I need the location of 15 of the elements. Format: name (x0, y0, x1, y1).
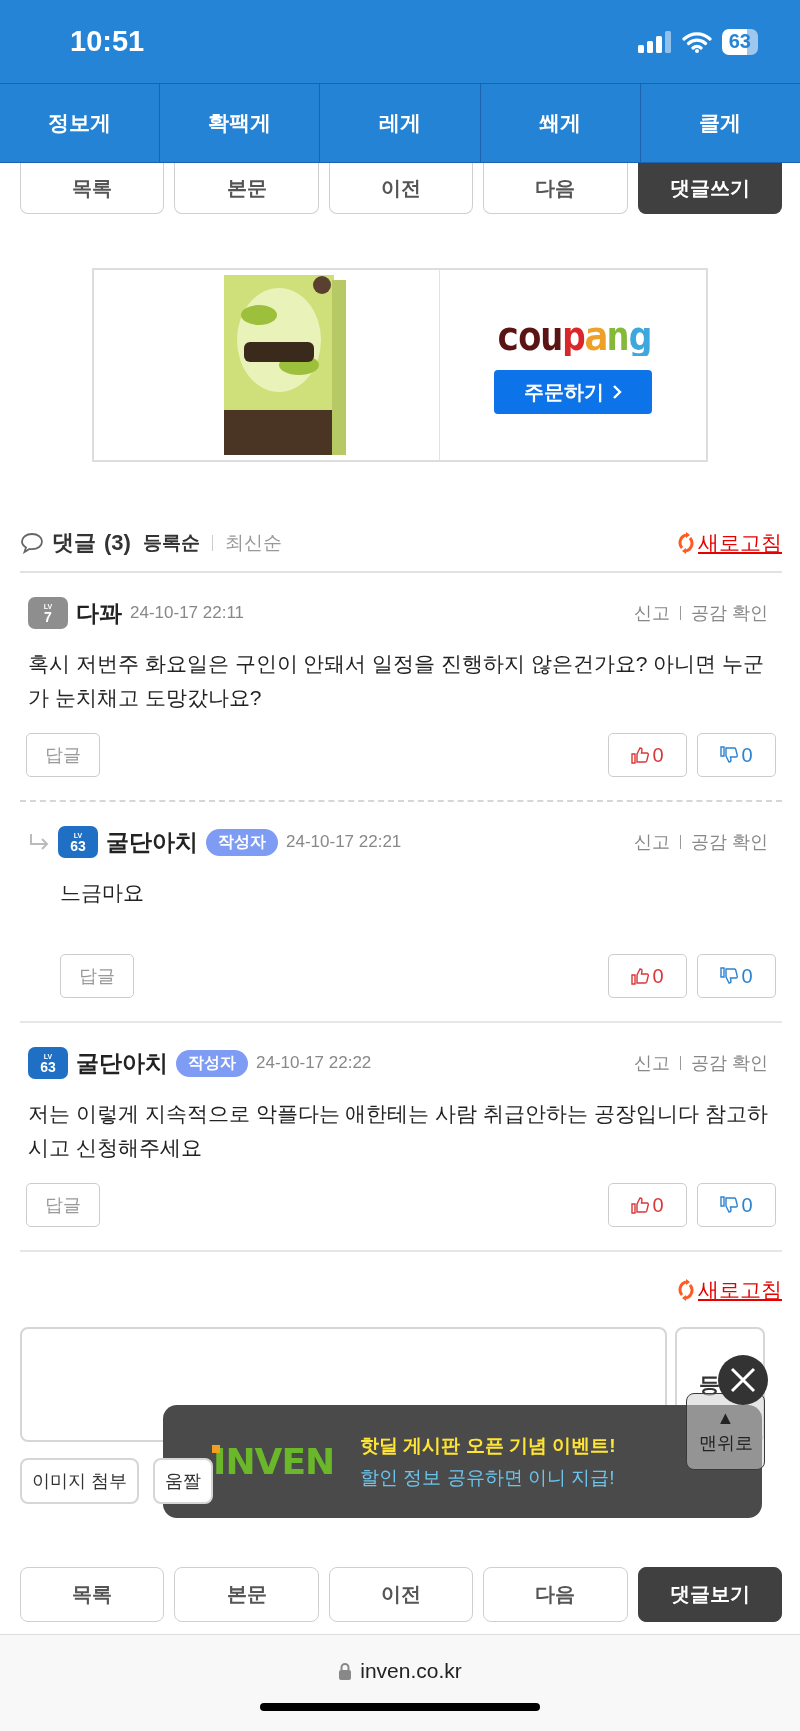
comment-date: 24-10-17 22:21 (286, 832, 402, 852)
comment-text: 혹시 저번주 화요일은 구인이 안돼서 일정을 진행하지 않은건가요? 아니면 누군가 눈치채고 도망갔나요? (28, 651, 766, 711)
comment-count: (3) (104, 530, 131, 556)
comment-date: 24-10-17 22:11 (130, 603, 245, 623)
comment-date: 24-10-17 22:22 (256, 1053, 372, 1073)
author-tag: 작성자 (176, 1049, 248, 1077)
author-tag: 작성자 (206, 828, 278, 856)
promo-subline: 할인 정보 공유하면 이니 지급! (360, 1465, 616, 1490)
clock-time: 10:51 (70, 25, 145, 58)
promo-headline: 핫딜 게시판 오픈 기념 이벤트! (360, 1433, 616, 1458)
comments-title: 댓글 (52, 529, 96, 557)
battery-indicator: 63 (721, 28, 758, 55)
comment-text: 느금마요 (60, 880, 145, 906)
brand-logo: INVEN (213, 1441, 335, 1482)
comment-text: 저는 이렇게 지속적으로 악플다는 애한테는 사람 취급안하는 공장입니다 참고하시고 신청해주세요 (28, 1101, 769, 1161)
